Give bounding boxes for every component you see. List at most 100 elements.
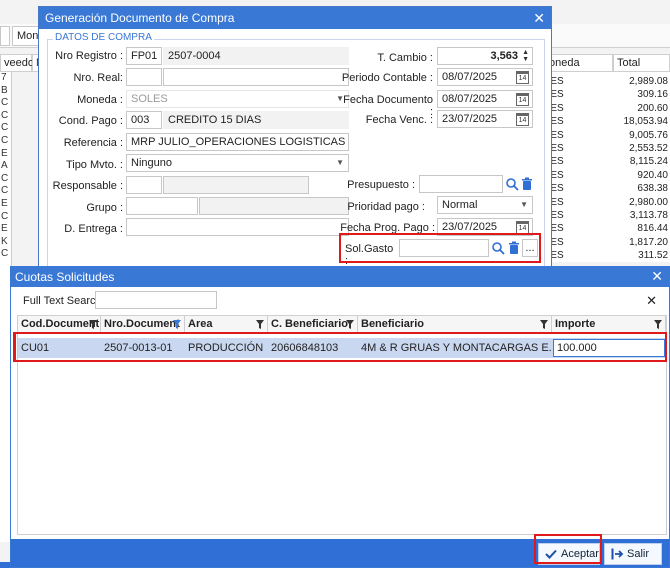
background-left-cell: C [1,172,9,184]
tipo-mvto-select[interactable]: Ninguno ▼ [126,154,349,172]
background-table-row[interactable]: OLES816.44 [533,223,670,236]
moneda-label: Moneda : [77,94,123,106]
tipo-mvto-label: Tipo Mvto. : [65,159,123,171]
calendar-icon[interactable]: 14 [516,113,529,126]
background-cell-total: 920.40 [637,169,668,181]
calendar-icon[interactable]: 14 [516,93,529,106]
background-col-proveedor[interactable]: veedo [0,54,34,72]
periodo-contable-input[interactable]: 08/07/2025 14 [437,68,533,86]
background-left-cell: C [1,97,9,109]
background-cell-total: 2,980.00 [629,196,668,208]
background-cell-total: 3,113.78 [629,210,668,221]
nro-registro-number[interactable]: 2507-0004 [163,47,349,65]
responsable-code-input[interactable] [126,176,162,194]
salir-label: Salir [627,548,650,560]
cuotas-dialog-title: Cuotas Solicitudes [11,267,669,287]
background-table-row[interactable]: OLES18,053.94 [533,116,670,129]
nro-real-number-input[interactable] [163,68,349,86]
background-left-cell: C [1,122,9,134]
clear-search-icon[interactable]: ✕ [646,293,657,309]
fecha-documento-input[interactable]: 08/07/2025 14 [437,90,533,108]
cuotas-close-icon[interactable]: ✕ [651,266,663,286]
background-cell-total: 200.60 [637,102,668,114]
background-left-cell: C [1,109,9,121]
background-left-cell: C [1,134,9,146]
aceptar-highlight [534,534,602,564]
background-table-row[interactable]: OLES9,005.76 [533,130,670,143]
responsable-name [163,176,309,194]
full-text-search-input[interactable] [95,291,217,309]
background-col-moneda[interactable]: oneda [545,54,613,72]
cond-pago-desc: CREDITO 15 DIAS [163,111,349,129]
grupo-code-input[interactable] [126,197,198,215]
salir-button[interactable]: Salir [604,543,662,565]
compra-dialog-title: Generación Documento de Compra [39,7,551,29]
nro-registro-serie[interactable]: FP01 [126,47,162,65]
referencia-input[interactable]: MRP JULIO_OPERACIONES LOGISTICAS PROFESI… [126,133,349,151]
exit-icon [611,548,624,560]
background-table-row[interactable]: OLES2,980.00 [533,197,670,210]
spinner-icon[interactable]: ▲ ▼ [522,49,529,63]
tipo-mvto-value: Ninguno [131,157,172,169]
filter-icon[interactable] [654,320,662,329]
background-left-cell: E [1,223,8,235]
background-table-row[interactable]: OLES920.40 [533,170,670,183]
background-table-row[interactable]: OLES309.16 [533,89,670,102]
t-cambio-value: 3,563 [490,50,518,62]
prioridad-pago-select[interactable]: Normal ▼ [437,196,533,214]
filter-icon[interactable] [346,320,354,329]
prioridad-pago-value: Normal [442,199,478,211]
background-cell-total: 1,817.20 [629,236,668,248]
responsable-label: Responsable : [52,180,123,192]
filter-icon[interactable] [89,320,97,329]
background-cell-total: 2,553.52 [629,143,668,154]
background-table-row[interactable]: OLES2,989.08 [533,76,670,89]
referencia-label: Referencia : [63,137,123,149]
col-header-label: Importe [555,318,596,330]
presupuesto-input[interactable] [419,175,503,193]
background-tab-left[interactable] [0,26,10,46]
background-cell-total: 638.38 [637,183,668,195]
background-left-cell: K [1,235,8,247]
col-header-label: Cod.Document [21,318,100,330]
grupo-label: Grupo : [86,202,123,214]
cond-pago-code[interactable]: 003 [126,111,162,129]
background-cell-total: 816.44 [637,223,668,235]
fecha-venc-value: 23/07/2025 [442,113,498,125]
background-grid-right: OLES2,989.08OLES309.16OLES200.60OLES18,0… [532,72,670,262]
moneda-select[interactable]: SOLES ▼ [126,90,349,108]
filter-icon[interactable] [173,320,181,329]
background-left-cell: A [1,160,8,172]
calendar-icon[interactable]: 14 [516,71,529,84]
section-title: DATOS DE COMPRA [53,32,154,43]
selected-row-highlight [13,332,667,362]
presupuesto-search-icon[interactable] [505,177,519,191]
nro-real-serie-input[interactable] [126,68,162,86]
background-table-row[interactable]: OLES638.38 [533,183,670,196]
background-table-row[interactable]: OLES311.52 [533,250,670,263]
nro-real-label: Nro. Real: [73,72,123,84]
presupuesto-trash-icon[interactable] [520,177,534,191]
cond-pago-label: Cond. Pago : [58,115,123,127]
background-col-total[interactable]: Total [613,54,670,72]
background-table-row[interactable]: OLES8,115.24 [533,156,670,169]
moneda-value: SOLES [131,93,168,105]
filter-icon[interactable] [540,320,548,329]
background-cell-total: 309.16 [637,89,668,101]
background-table-row[interactable]: OLES2,553.52 [533,143,670,156]
chevron-down-icon: ▼ [520,200,528,209]
nro-registro-label: Nro Registro : [55,50,123,62]
background-table-row[interactable]: OLES200.60 [533,103,670,116]
background-table-row[interactable]: OLES3,113.78 [533,210,670,223]
d-entrega-input[interactable] [126,218,349,236]
filter-icon[interactable] [256,320,264,329]
background-tab-moneda[interactable]: Mone [12,26,45,46]
fecha-venc-input[interactable]: 23/07/2025 14 [437,110,533,128]
background-cell-total: 8,115.24 [629,156,668,168]
background-table-row[interactable]: OLES1,817.20 [533,237,670,250]
chevron-down-icon: ▼ [336,158,344,167]
col-header-label: Beneficiario [361,318,424,330]
col-header-label: Area [188,318,213,330]
t-cambio-input[interactable]: 3,563 ▲ ▼ [437,47,533,65]
compra-close-icon[interactable]: ✕ [533,7,545,29]
